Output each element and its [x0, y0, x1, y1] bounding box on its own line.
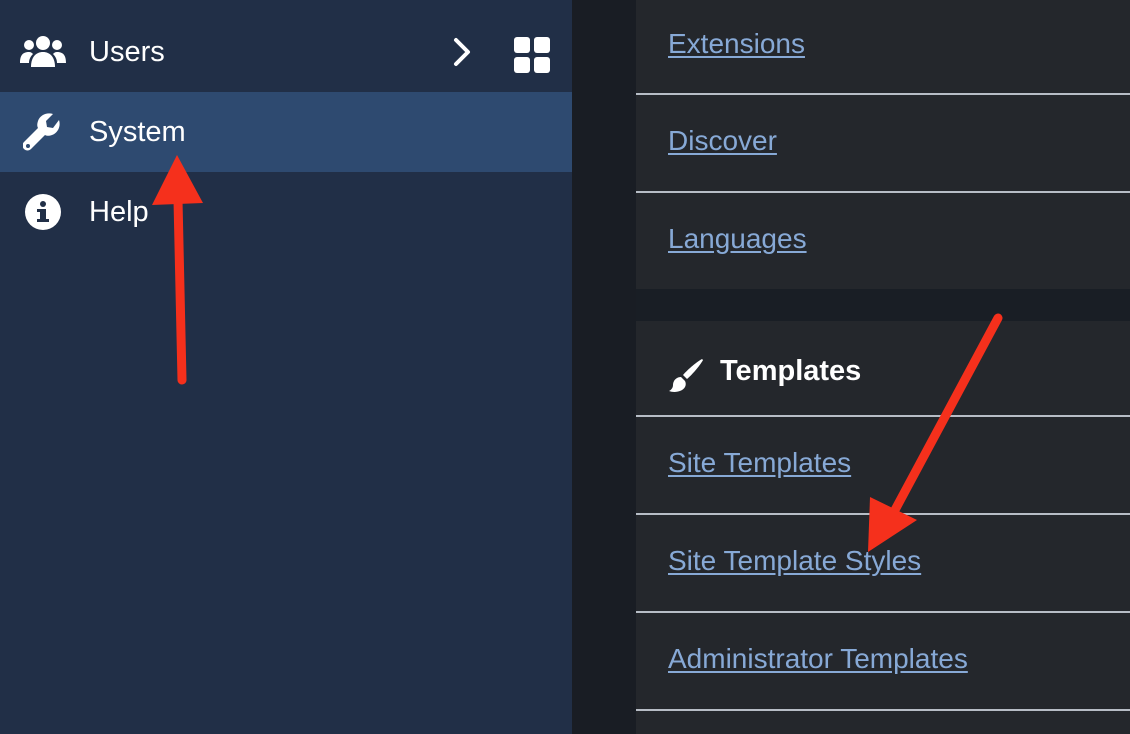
sidebar-item-system[interactable]: System — [0, 92, 572, 172]
sidebar-item-label: Help — [89, 195, 149, 228]
gutter — [572, 0, 636, 734]
sidebar-item-help[interactable]: Help — [0, 172, 572, 252]
chevron-right-icon[interactable] — [448, 36, 476, 68]
administrator-templates-link[interactable]: Administrator Templates — [668, 643, 968, 675]
discover-link[interactable]: Discover — [668, 125, 777, 157]
templates-heading: Templates — [720, 355, 862, 387]
sidebar-item-label: Users — [89, 35, 165, 68]
sidebar-item-label: System — [89, 115, 186, 148]
section-header: Templates — [636, 321, 1130, 415]
list-item: Site Template Styles — [636, 515, 1130, 611]
users-icon — [20, 29, 66, 75]
divider — [636, 709, 1130, 711]
languages-link[interactable]: Languages — [668, 223, 807, 255]
wrench-icon — [20, 109, 66, 155]
list-item: Site Templates — [636, 417, 1130, 513]
list-item: Discover — [636, 95, 1130, 191]
list-item: Languages — [636, 193, 1130, 289]
info-icon — [20, 189, 66, 235]
dashboard-icon[interactable] — [514, 37, 550, 73]
list-item: Extensions — [636, 0, 1130, 94]
paint-brush-icon — [669, 359, 703, 392]
site-template-styles-link[interactable]: Site Template Styles — [668, 545, 921, 577]
list-item: Administrator Templates — [636, 613, 1130, 709]
app-window: Users System Help Extensions Discover La… — [0, 0, 1130, 734]
templates-panel: Templates Site Templates Site Template S… — [636, 321, 1130, 734]
sidebar-menu: Users System Help — [0, 0, 572, 734]
site-templates-link[interactable]: Site Templates — [668, 447, 851, 479]
system-links-panel: Extensions Discover Languages — [636, 0, 1130, 289]
sidebar-item-users[interactable]: Users — [0, 12, 572, 92]
panel-gap — [636, 289, 1130, 321]
extensions-link[interactable]: Extensions — [668, 28, 805, 60]
